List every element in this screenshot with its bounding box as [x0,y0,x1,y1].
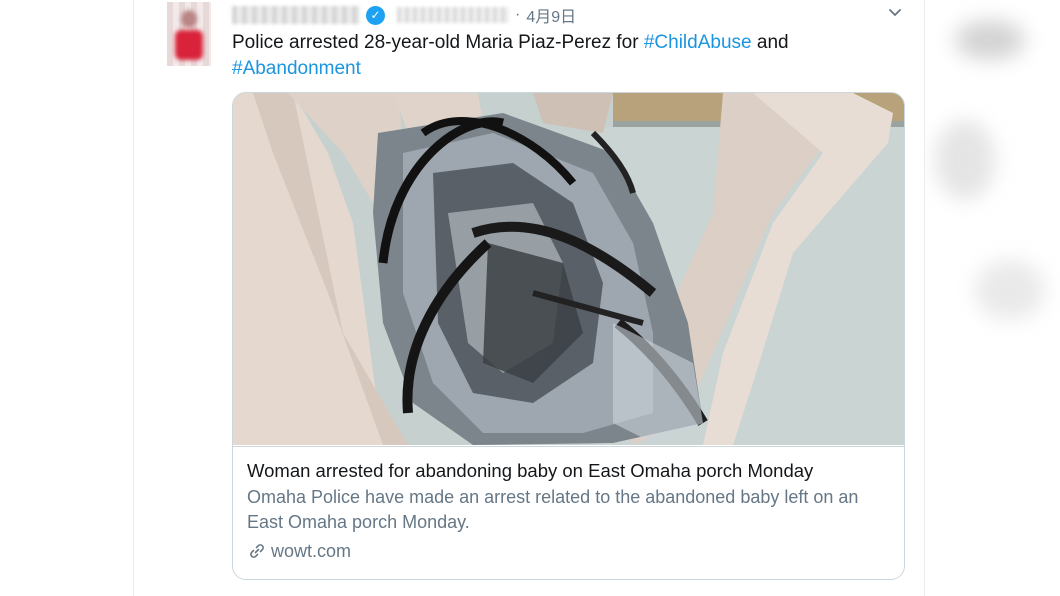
link-card[interactable]: Woman arrested for abandoning baby on Ea… [232,92,905,580]
background-right-blurred [925,0,1060,596]
card-image[interactable] [233,93,904,445]
card-domain[interactable]: wowt.com [247,539,892,563]
tweet-date[interactable]: 4月9日 [526,3,576,27]
tweet-header: ✓ · 4月9日 [232,3,576,27]
tweet-text: Police arrested 28-year-old Maria Piaz-P… [232,30,892,82]
username-blurred[interactable] [397,7,509,23]
card-title[interactable]: Woman arrested for abandoning baby on Ea… [247,459,892,483]
background-left [0,0,133,596]
card-description: Omaha Police have made an arrest related… [247,487,859,532]
verified-badge-icon: ✓ [366,5,385,25]
display-name-blurred[interactable] [232,6,360,24]
card-body[interactable]: Woman arrested for abandoning baby on Ea… [233,446,904,579]
chevron-down-icon[interactable] [886,4,904,22]
tweet-text-middle: and [751,32,789,53]
card-domain-text[interactable]: wowt.com [271,539,351,563]
tweet[interactable]: ✓ · 4月9日 Police arrested 28-year-old Mar… [133,0,925,596]
hashtag-childabuse[interactable]: #ChildAbuse [644,32,752,53]
hashtag-abandonment[interactable]: #Abandonment [232,58,361,79]
tweet-text-prefix: Police arrested 28-year-old Maria Piaz-P… [232,32,644,53]
avatar[interactable] [167,2,211,66]
separator: · [515,6,521,23]
link-icon [247,541,267,561]
